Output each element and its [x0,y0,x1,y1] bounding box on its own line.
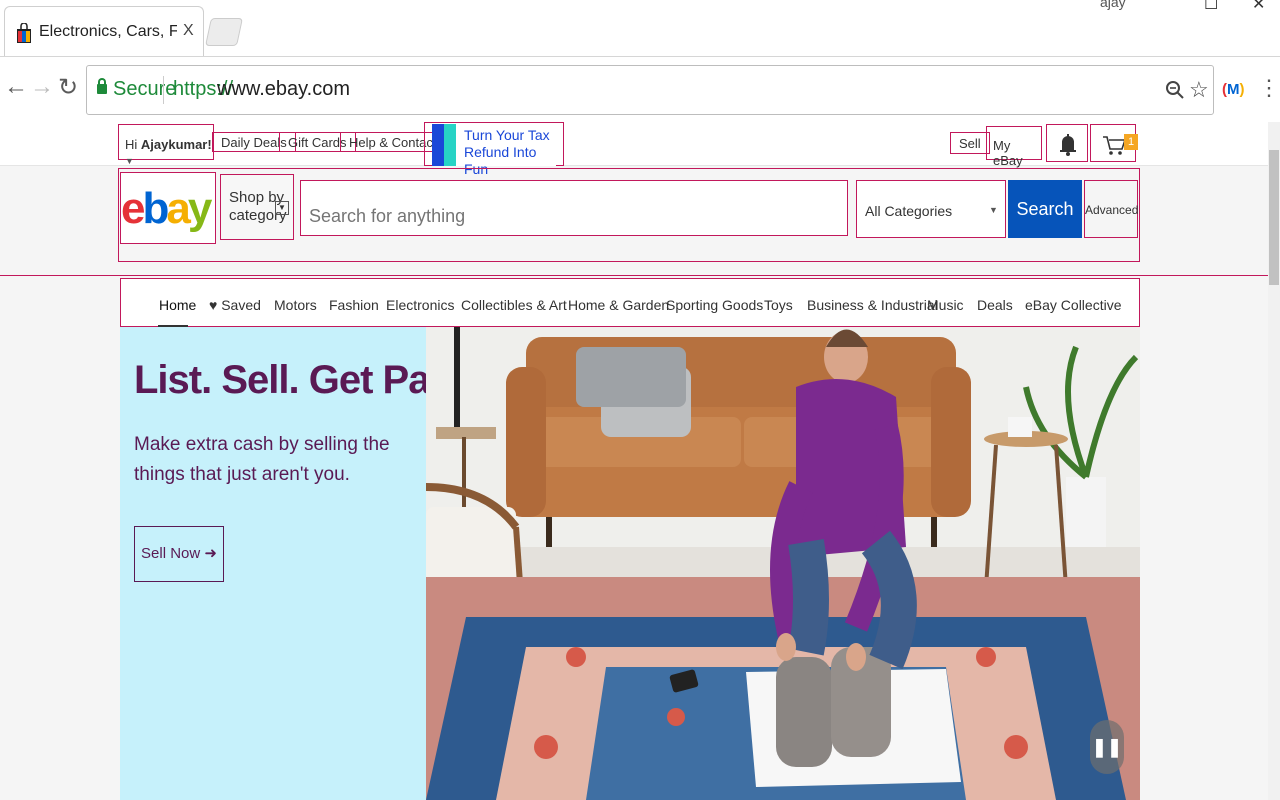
nav-item-electronics[interactable]: Electronics [386,297,454,313]
svg-text:ebay: ebay [121,184,213,233]
search-input[interactable] [300,180,848,236]
category-select[interactable]: All Categories ▼ [856,180,1006,238]
tab-close-icon[interactable]: X [183,22,194,40]
nav-item-saved[interactable]: ♥ Saved [209,297,261,313]
profile-name[interactable]: ajay [1100,0,1126,10]
tax-refund-promo[interactable]: Turn Your Tax Refund Into Fun [432,124,556,177]
living-room-photo [426,327,1140,800]
shop-by-caret-icon: ▼ [275,201,289,215]
tab-title: Electronics, Cars, Fashion [39,23,177,40]
secure-label: Secure [113,78,177,100]
cart-count-badge: 1 [1124,134,1138,150]
close-window-icon[interactable]: ✕ [1252,0,1265,14]
promo-stripe-blue [432,124,444,166]
nav-item-collectibles[interactable]: Collectibles & Art [461,297,567,313]
ebay-logo-image: ebay [121,184,216,233]
nav-item-music[interactable]: Music [927,297,964,313]
browser-toolbar: ← → ↻ Secure https:// www.ebay.com ☆ (M)… [0,56,1280,122]
ebay-page: Hi Ajaykumar! ▼ Daily Deals Gift Cards H… [0,122,1268,800]
new-tab-button[interactable] [205,18,243,46]
user-name: Ajaykumar! [140,137,212,152]
scrollbar-thumb[interactable] [1269,150,1279,285]
greeting-caret-icon: ▼ [125,156,134,166]
nav-item-business-industrial[interactable]: Business & Industrial [807,297,938,313]
carousel-pause-button[interactable]: ❚❚ [1090,720,1124,774]
nav-item-saved-label: Saved [221,297,261,313]
back-icon[interactable]: ← [4,73,28,101]
nav-item-toys[interactable]: Toys [764,297,793,313]
url-divider [163,76,164,104]
ebay-logo[interactable]: ebay [120,172,216,244]
category-nav: Home ♥ Saved Motors Fashion Electronics … [120,278,1140,327]
bell-icon [1060,134,1076,156]
greeting-prefix: Hi [125,137,141,152]
nav-item-sporting-goods[interactable]: Sporting Goods [666,297,763,313]
extension-icon[interactable]: (M) [1222,81,1245,99]
browser-tabstrip: Electronics, Cars, Fashion X ajay ☐ ✕ [0,0,1280,56]
sell-now-label: Sell Now [141,545,201,562]
url-host: www.ebay.com [217,78,351,100]
search-button[interactable]: Search [1008,180,1082,238]
browser-tab[interactable]: Electronics, Cars, Fashion X [4,6,204,56]
browser-menu-icon[interactable]: ⋮ [1258,75,1280,101]
hero-image[interactable] [426,327,1140,800]
reload-icon[interactable]: ↻ [58,73,78,102]
header-divider [0,275,1268,276]
greeting[interactable]: Hi Ajaykumar! ▼ [118,124,214,166]
advanced-search-link[interactable]: Advanced [1084,180,1138,238]
sell-now-button[interactable]: Sell Now ➜ [134,526,224,582]
category-caret-icon: ▼ [989,205,998,215]
pause-icon: ❚❚ [1091,737,1123,757]
address-bar[interactable]: Secure https:// www.ebay.com ☆ [86,65,1214,115]
zoom-icon[interactable] [1165,80,1185,100]
sell-link[interactable]: Sell [950,132,990,154]
promo-line-1: Turn Your Tax [464,127,550,143]
nav-item-home[interactable]: Home [159,297,196,313]
ebay-bag-favicon-icon [17,23,31,43]
nav-item-ebay-collective[interactable]: eBay Collective [1025,297,1122,313]
my-ebay-link[interactable]: My eBay [986,126,1042,168]
category-select-value: All Categories [865,203,953,219]
lock-icon [97,78,107,94]
shop-by-category-button[interactable]: Shop by category ▼ [220,174,294,240]
nav-item-home-garden[interactable]: Home & Garden [568,297,669,313]
hero-subtitle: Make extra cash by selling the things th… [134,434,390,485]
arrow-right-icon: ➜ [204,545,217,562]
heart-icon: ♥ [209,297,218,313]
nav-item-motors[interactable]: Motors [274,297,317,313]
hero-title: List. Sell. Get Paid. [134,358,474,402]
notifications-button[interactable] [1046,124,1088,162]
forward-icon[interactable]: → [30,73,54,101]
maximize-icon[interactable]: ☐ [1204,0,1218,14]
promo-stripe-teal [444,124,456,166]
bookmark-star-icon[interactable]: ☆ [1189,77,1209,103]
nav-item-fashion[interactable]: Fashion [329,297,379,313]
nav-item-deals[interactable]: Deals [977,297,1013,313]
